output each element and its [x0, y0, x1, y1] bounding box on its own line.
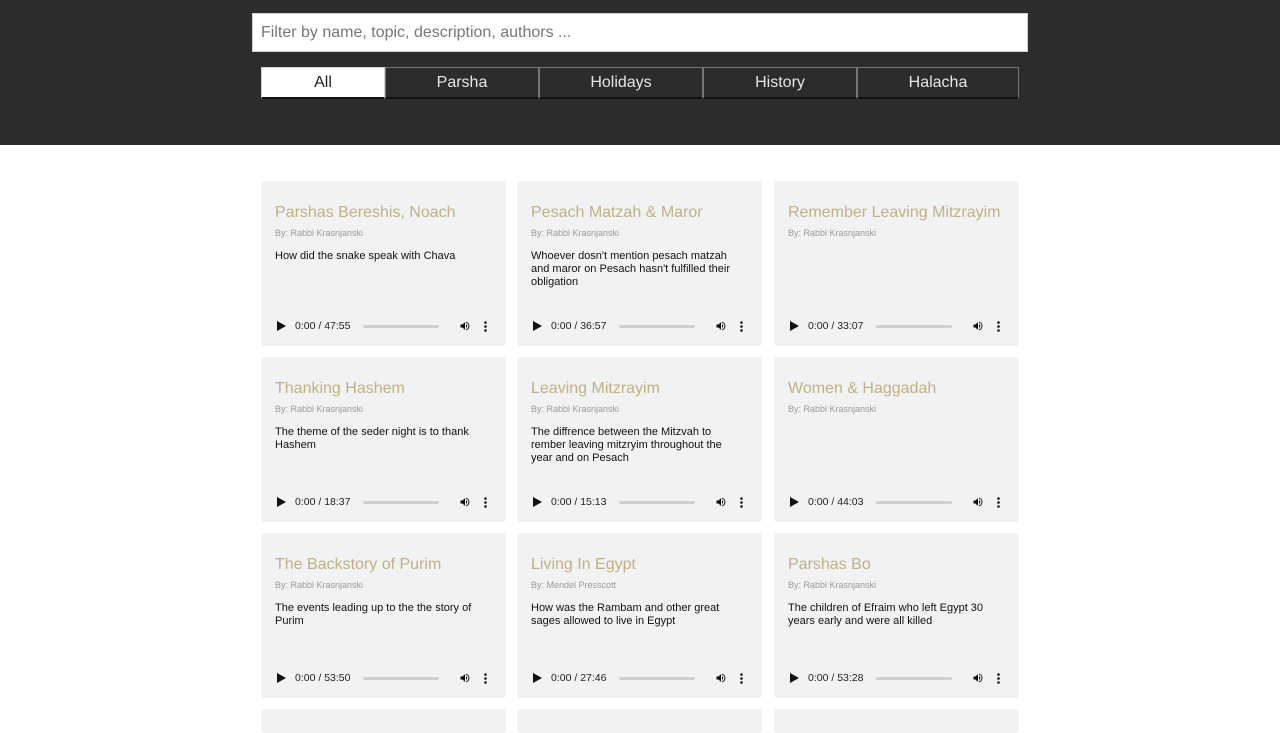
shiur-card-partial: [261, 709, 506, 733]
audio-time: 0:00 / 44:03: [808, 496, 864, 508]
seek-slider[interactable]: [619, 500, 695, 504]
card-author: By: Rabbi Krasnjanski: [531, 404, 620, 414]
seek-slider[interactable]: [619, 324, 695, 328]
card-title[interactable]: Thanking Hashem: [275, 380, 405, 398]
volume-icon[interactable]: [968, 669, 988, 687]
card-author: By: Rabbi Krasnjanski: [788, 580, 877, 590]
audio-player: 0:00 / 44:03: [784, 493, 1006, 511]
more-vert-icon[interactable]: [479, 669, 491, 687]
more-vert-icon[interactable]: [992, 493, 1004, 511]
volume-icon[interactable]: [968, 317, 988, 335]
tab-holidays[interactable]: Holidays: [539, 67, 703, 99]
play-icon[interactable]: [527, 317, 547, 335]
card-title[interactable]: Leaving Mitzrayim: [531, 380, 660, 398]
audio-time: 0:00 / 53:28: [808, 672, 864, 684]
audio-time: 0:00 / 47:55: [295, 320, 351, 332]
more-vert-icon[interactable]: [735, 317, 747, 335]
category-tabs: All Parsha Holidays History Halacha: [261, 67, 1019, 99]
more-vert-icon[interactable]: [992, 669, 1004, 687]
audio-player: 0:00 / 33:07: [784, 317, 1006, 335]
more-vert-icon[interactable]: [735, 493, 747, 511]
shiur-card: Living In Egypt By: Mendel Presscott How w…: [517, 533, 762, 698]
seek-slider[interactable]: [876, 500, 952, 504]
audio-time: 0:00 / 33:07: [808, 320, 864, 332]
card-title[interactable]: Parshas Bereshis, Noach: [275, 204, 456, 222]
card-description: The events leading up to the the story o…: [275, 602, 472, 627]
more-vert-icon[interactable]: [479, 493, 491, 511]
seek-slider[interactable]: [363, 324, 439, 328]
audio-player: 0:00 / 53:50: [271, 669, 493, 687]
card-author: By: Rabbi Krasnjanski: [275, 580, 364, 590]
volume-icon[interactable]: [968, 493, 988, 511]
play-icon[interactable]: [784, 493, 804, 511]
play-icon[interactable]: [527, 493, 547, 511]
shiur-card-partial: [517, 709, 762, 733]
shiur-card: Women & Haggadah By: Rabbi Krasnjanski 0:0…: [774, 357, 1019, 522]
shiur-card: Thanking Hashem By: Rabbi Krasnjanski The …: [261, 357, 506, 522]
audio-time: 0:00 / 15:13: [551, 496, 607, 508]
seek-slider[interactable]: [619, 676, 695, 680]
shiur-card: Pesach Matzah & Maror By: Rabbi Krasnjans…: [517, 181, 762, 346]
card-description: The theme of the seder night is to thank…: [275, 426, 469, 451]
audio-player: 0:00 / 27:46: [527, 669, 749, 687]
card-author: By: Rabbi Krasnjanski: [788, 404, 877, 414]
card-description: Whoever dosn't mention pesach matzah and…: [531, 250, 730, 288]
card-title[interactable]: Women & Haggadah: [788, 380, 936, 398]
card-title[interactable]: Pesach Matzah & Maror: [531, 204, 703, 222]
volume-icon[interactable]: [711, 669, 731, 687]
card-title[interactable]: Living In Egypt: [531, 556, 636, 574]
seek-slider[interactable]: [363, 676, 439, 680]
shiur-card-partial: [774, 709, 1019, 733]
card-description: How was the Rambam and other great sages…: [531, 602, 720, 627]
audio-player: 0:00 / 36:57: [527, 317, 749, 335]
play-icon[interactable]: [784, 317, 804, 335]
seek-slider[interactable]: [363, 500, 439, 504]
volume-icon[interactable]: [711, 493, 731, 511]
play-icon[interactable]: [271, 317, 291, 335]
seek-slider[interactable]: [876, 324, 952, 328]
more-vert-icon[interactable]: [735, 669, 747, 687]
shiur-card: The Backstory of Purim By: Rabbi Krasnjan…: [261, 533, 506, 698]
audio-player: 0:00 / 47:55: [271, 317, 493, 335]
volume-icon[interactable]: [455, 493, 475, 511]
tab-halacha[interactable]: Halacha: [857, 67, 1019, 99]
shiur-card: Remember Leaving Mitzrayim By: Rabbi Kras…: [774, 181, 1019, 346]
audio-time: 0:00 / 18:37: [295, 496, 351, 508]
card-author: By: Rabbi Krasnjanski: [788, 228, 877, 238]
audio-player: 0:00 / 53:28: [784, 669, 1006, 687]
card-author: By: Rabbi Krasnjanski: [275, 404, 364, 414]
audio-time: 0:00 / 27:46: [551, 672, 607, 684]
play-icon[interactable]: [271, 669, 291, 687]
shiur-card: Leaving Mitzrayim By: Rabbi Krasnjanski Th…: [517, 357, 762, 522]
seek-slider[interactable]: [876, 676, 952, 680]
header-bar: All Parsha Holidays History Halacha: [0, 0, 1280, 145]
play-icon[interactable]: [271, 493, 291, 511]
card-title[interactable]: Remember Leaving Mitzrayim: [788, 204, 1001, 222]
audio-time: 0:00 / 53:50: [295, 672, 351, 684]
tab-history[interactable]: History: [703, 67, 857, 99]
card-description: How did the snake speak with Chava: [275, 250, 456, 262]
audio-time: 0:00 / 36:57: [551, 320, 607, 332]
card-title[interactable]: Parshas Bo: [788, 556, 871, 574]
card-description: The children of Efraim who left Egypt 30…: [788, 602, 984, 627]
card-author: By: Rabbi Krasnjanski: [275, 228, 364, 238]
card-description: The diffrence between the Mitzvah to rem…: [531, 426, 722, 464]
card-author: By: Rabbi Krasnjanski: [531, 228, 620, 238]
volume-icon[interactable]: [455, 317, 475, 335]
audio-player: 0:00 / 15:13: [527, 493, 749, 511]
search-input[interactable]: [252, 13, 1028, 52]
tab-all[interactable]: All: [261, 67, 385, 99]
volume-icon[interactable]: [455, 669, 475, 687]
card-title[interactable]: The Backstory of Purim: [275, 556, 441, 574]
more-vert-icon[interactable]: [992, 317, 1004, 335]
shiur-card: Parshas Bo By: Rabbi Krasnjanski The child…: [774, 533, 1019, 698]
tab-parsha[interactable]: Parsha: [385, 67, 539, 99]
play-icon[interactable]: [527, 669, 547, 687]
more-vert-icon[interactable]: [479, 317, 491, 335]
volume-icon[interactable]: [711, 317, 731, 335]
audio-player: 0:00 / 18:37: [271, 493, 493, 511]
play-icon[interactable]: [784, 669, 804, 687]
shiur-card: Parshas Bereshis, Noach By: Rabbi Krasnja…: [261, 181, 506, 346]
card-author: By: Mendel Presscott: [531, 580, 617, 590]
